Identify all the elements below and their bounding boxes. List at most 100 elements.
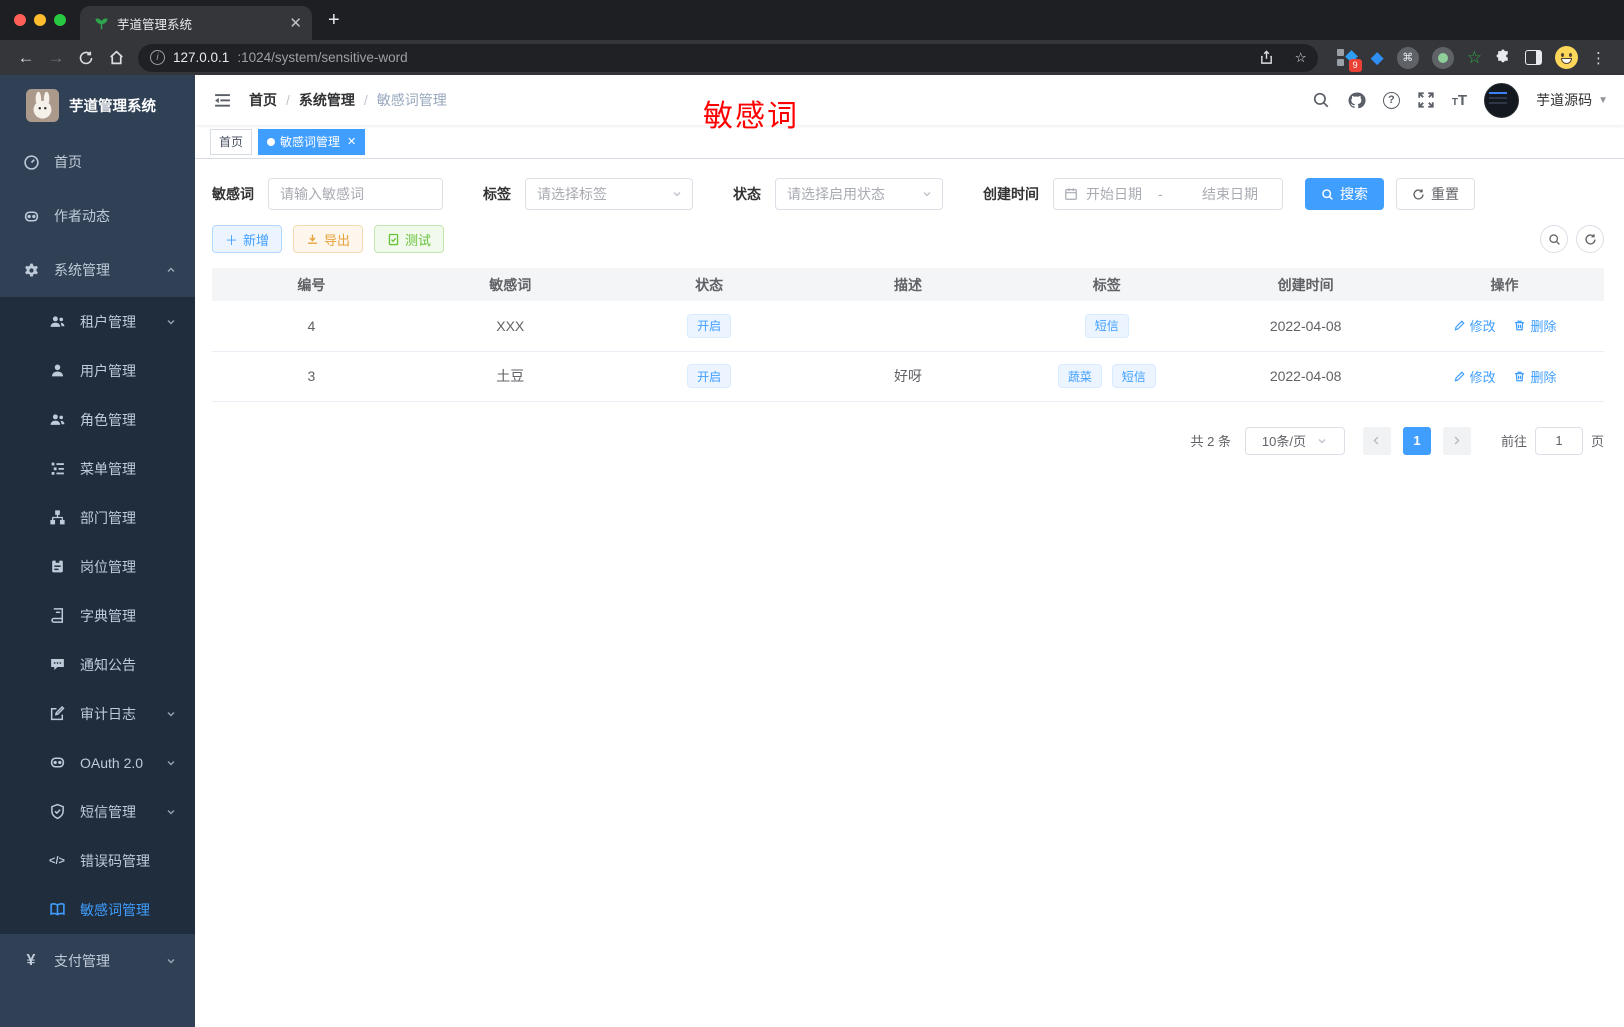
sidebar-item-role[interactable]: 角色管理: [0, 395, 195, 444]
window-close-button[interactable]: [14, 14, 26, 26]
edit-note-icon: [48, 705, 66, 722]
site-info-icon[interactable]: i: [150, 50, 165, 65]
plus-icon: ＋: [225, 232, 239, 248]
table-row: 4 XXX 开启 短信 2022-04-08 修改 删除: [212, 301, 1604, 352]
sidebar-item-dept[interactable]: 部门管理: [0, 493, 195, 542]
add-button[interactable]: ＋ 新增: [212, 225, 283, 253]
date-range-picker[interactable]: 开始日期 - 结束日期: [1053, 178, 1283, 210]
page-size-select[interactable]: 10条/页: [1244, 426, 1345, 455]
status-select[interactable]: 请选择启用状态: [775, 178, 943, 210]
profile-avatar[interactable]: [1555, 46, 1578, 69]
home-icon[interactable]: [102, 44, 130, 72]
share-icon[interactable]: [1254, 45, 1280, 71]
logo-rabbit-image: [26, 88, 59, 122]
test-button[interactable]: 测试: [374, 225, 445, 253]
fullscreen-icon[interactable]: [1417, 91, 1435, 109]
sidebar-logo[interactable]: 芋道管理系统: [0, 75, 195, 135]
menu-tree-icon: [48, 460, 66, 477]
sidebar-item-tenant[interactable]: 租户管理: [0, 297, 195, 346]
pencil-icon: [1454, 320, 1465, 331]
browser-toolbar: ← → i 127.0.0.1 :1024/system/sensitive-w…: [0, 40, 1624, 75]
user-menu[interactable]: 芋道源码 ▼: [1536, 90, 1608, 110]
tag-label: 标签: [483, 186, 511, 202]
status-badge: 开启: [687, 313, 732, 338]
gear-icon: [22, 262, 40, 279]
search-icon[interactable]: [1312, 91, 1330, 109]
sidebar-item-notice[interactable]: 通知公告: [0, 640, 195, 689]
github-icon[interactable]: [1347, 91, 1366, 110]
window-zoom-button[interactable]: [54, 14, 66, 26]
robot-chat-icon: [22, 208, 40, 225]
sidebar-item-oauth[interactable]: OAuth 2.0: [0, 738, 195, 787]
address-bar[interactable]: i 127.0.0.1 :1024/system/sensitive-word …: [138, 43, 1318, 72]
sidebar-item-error-code[interactable]: </> 错误码管理: [0, 836, 195, 885]
extension-cmd-icon[interactable]: ⌘: [1396, 46, 1419, 69]
sidebar-item-home[interactable]: 首页: [0, 135, 195, 189]
sidebar-item-user[interactable]: 用户管理: [0, 346, 195, 395]
search-button[interactable]: 搜索: [1305, 178, 1384, 210]
tag-home[interactable]: 首页: [210, 128, 253, 155]
edit-link[interactable]: 修改: [1453, 367, 1496, 386]
sidebar-item-dict[interactable]: 字典管理: [0, 591, 195, 640]
toggle-search-icon[interactable]: [1540, 225, 1568, 253]
sidebar-item-audit-log[interactable]: 审计日志: [0, 689, 195, 738]
refresh-icon[interactable]: [1576, 225, 1604, 253]
total-count: 共 2 条: [1190, 434, 1231, 449]
page-number-current[interactable]: 1: [1402, 426, 1431, 455]
date-start-placeholder: 开始日期: [1086, 186, 1142, 202]
tag-select[interactable]: 请选择标签: [525, 178, 693, 210]
user-avatar[interactable]: [1484, 82, 1520, 118]
sidebar-item-post[interactable]: 岗位管理: [0, 542, 195, 591]
browser-tab[interactable]: 芋道管理系统 ✕: [80, 6, 312, 40]
side-panel-icon[interactable]: [1525, 50, 1542, 65]
extension-badge-count: 9: [1348, 58, 1362, 72]
breadcrumb-system[interactable]: 系统管理: [299, 90, 355, 110]
browser-menu-icon[interactable]: ⋮: [1591, 49, 1606, 67]
sidebar-item-system[interactable]: 系统管理: [0, 243, 195, 297]
breadcrumb-home[interactable]: 首页: [249, 90, 277, 110]
col-status: 状态: [609, 268, 809, 301]
help-icon[interactable]: ?: [1382, 91, 1400, 109]
tag-close-icon[interactable]: ✕: [347, 135, 356, 148]
reset-button[interactable]: 重置: [1396, 178, 1475, 210]
next-page-button[interactable]: [1442, 426, 1471, 455]
new-tab-button[interactable]: +: [328, 9, 340, 32]
chevron-down-icon: [165, 806, 177, 818]
sidebar-item-author-news[interactable]: 作者动态: [0, 189, 195, 243]
sidebar-item-sensitive-word[interactable]: 敏感词管理: [0, 885, 195, 934]
delete-link[interactable]: 删除: [1513, 367, 1556, 386]
tag-sensitive-word[interactable]: 敏感词管理 ✕: [258, 128, 366, 155]
sidebar-item-menu[interactable]: 菜单管理: [0, 444, 195, 493]
extension-badge-icon[interactable]: 9: [1336, 47, 1362, 72]
col-tags: 标签: [1007, 268, 1207, 301]
bookmark-star-icon[interactable]: ☆: [1288, 45, 1314, 71]
tag-badge: 蔬菜: [1057, 364, 1102, 388]
goto-page-input[interactable]: [1534, 426, 1583, 455]
col-created: 创建时间: [1206, 268, 1406, 301]
prev-page-button[interactable]: [1362, 426, 1391, 455]
col-desc: 描述: [808, 268, 1008, 301]
extension-gem-icon[interactable]: ◆: [1371, 48, 1384, 68]
sidebar-item-payment[interactable]: ¥ 支付管理: [0, 934, 195, 988]
url-host: 127.0.0.1: [173, 50, 230, 65]
sidebar-item-sms[interactable]: 短信管理: [0, 787, 195, 836]
keyword-input[interactable]: [269, 179, 442, 209]
edit-link[interactable]: 修改: [1453, 316, 1496, 335]
chevron-down-icon: [165, 316, 177, 328]
extension-star-icon[interactable]: ☆: [1467, 48, 1482, 68]
delete-link[interactable]: 删除: [1513, 316, 1556, 335]
url-path: :1024/system/sensitive-word: [237, 50, 408, 65]
window-minimize-button[interactable]: [34, 14, 46, 26]
sidebar-fold-icon[interactable]: [195, 91, 249, 110]
font-size-icon[interactable]: TT: [1452, 92, 1467, 109]
chevron-down-icon: [671, 188, 692, 200]
reload-icon[interactable]: [72, 44, 100, 72]
caret-down-icon: ▼: [1598, 94, 1608, 106]
forward-icon[interactable]: →: [42, 44, 70, 72]
top-navbar: 首页 / 系统管理 / 敏感词管理 ? TT 芋道源码 ▼: [195, 75, 1624, 125]
export-button[interactable]: 导出: [293, 225, 364, 253]
extensions-puzzle-icon[interactable]: [1495, 49, 1512, 66]
tab-close-icon[interactable]: ✕: [289, 14, 302, 32]
extension-record-icon[interactable]: [1431, 46, 1454, 69]
back-icon[interactable]: ←: [12, 44, 40, 72]
